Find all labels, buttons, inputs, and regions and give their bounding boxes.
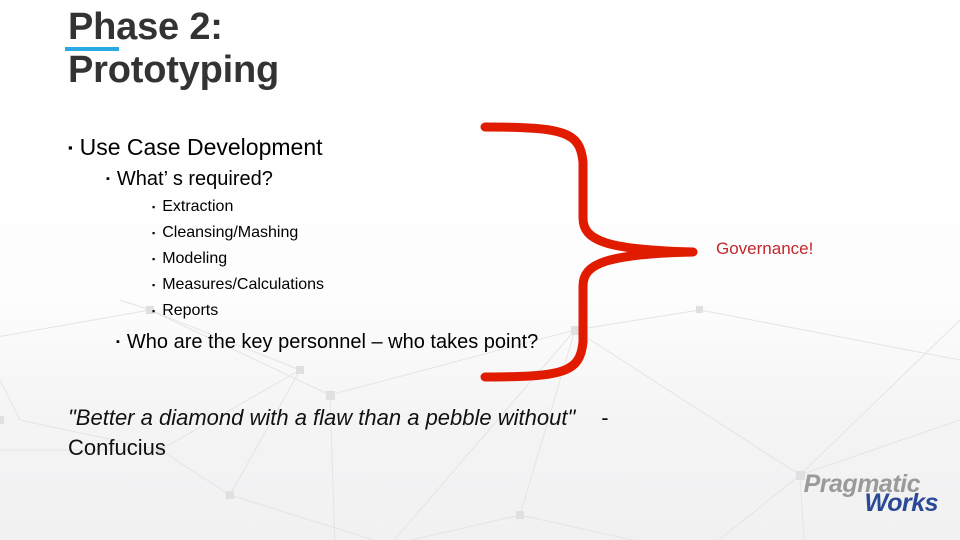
- title-accent-underline: [65, 47, 119, 51]
- quote-author: Confucius: [68, 435, 166, 460]
- list-item-label: Cleansing/Mashing: [162, 224, 299, 241]
- bullet-marker-icon: ▪: [106, 173, 110, 185]
- red-brace-annotation: [480, 122, 698, 382]
- bullet-level2-label: What’ s required?: [116, 168, 273, 190]
- slide-title-block: Phase 2: Prototyping: [65, 6, 628, 91]
- list-item-label: Extraction: [162, 198, 234, 215]
- page-title: Phase 2: Prototyping: [68, 6, 279, 91]
- bullet-marker-icon: ▪: [152, 280, 156, 290]
- bullet-marker-icon: ▪: [68, 140, 73, 155]
- bullet-marker-icon: ▪: [116, 336, 120, 348]
- bullet-marker-icon: ▪: [152, 202, 156, 212]
- bullet-level1-label: Use Case Development: [79, 134, 323, 160]
- pragmatic-works-logo: Pragmatic Works: [752, 470, 939, 520]
- list-item-label: Measures/Calculations: [162, 276, 325, 293]
- governance-callout-label: Governance!: [716, 239, 814, 258]
- bullet-marker-icon: ▪: [152, 306, 156, 316]
- bullet-marker-icon: ▪: [152, 228, 156, 238]
- logo-word-works: Works: [864, 489, 939, 517]
- quote-block: "Better a diamond with a flaw than a peb…: [68, 405, 908, 461]
- quote-text: "Better a diamond with a flaw than a peb…: [68, 405, 576, 430]
- list-item-label: Modeling: [162, 250, 228, 267]
- list-item-label: Reports: [162, 302, 219, 319]
- bullet-marker-icon: ▪: [152, 254, 156, 264]
- quote-line: "Better a diamond with a flaw than a peb…: [68, 405, 908, 431]
- quote-dash: -: [601, 405, 609, 430]
- slide-canvas: Phase 2: Prototyping ▪ Use Case Developm…: [0, 0, 960, 540]
